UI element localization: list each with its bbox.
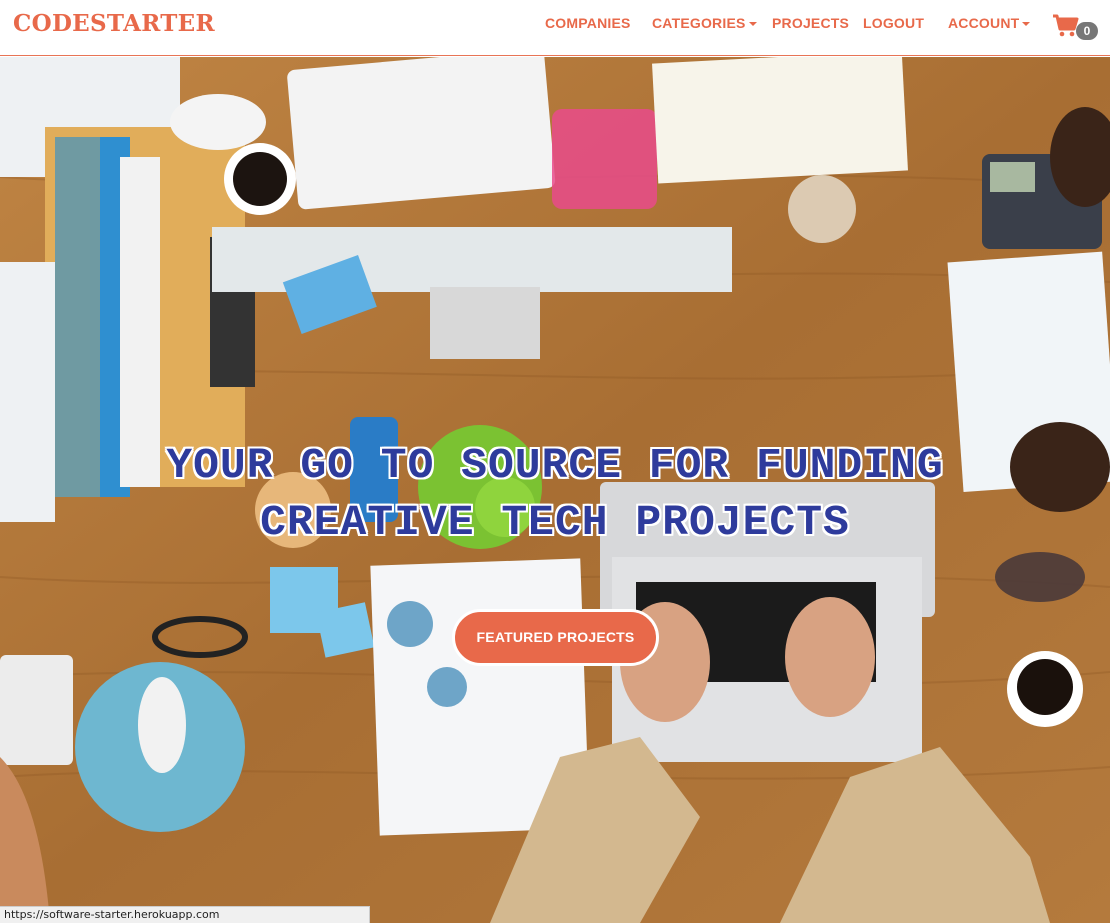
nav-projects-link[interactable]: PROJECTS	[772, 15, 849, 31]
featured-projects-button[interactable]: FEATURED PROJECTS	[452, 609, 659, 666]
nav-categories-label: CATEGORIES	[652, 15, 746, 31]
nav-companies-link[interactable]: COMPANIES	[545, 15, 631, 31]
nav-account-dropdown[interactable]: ACCOUNT	[948, 15, 1031, 31]
browser-status-url: https://software-starter.herokuapp.com	[0, 906, 370, 923]
nav-account-label: ACCOUNT	[948, 15, 1020, 31]
brand-logo-link[interactable]: CODESTARTER	[13, 10, 215, 37]
caret-down-icon	[1022, 21, 1031, 26]
nav-categories-dropdown[interactable]: CATEGORIES	[652, 15, 757, 31]
hero-headline-line-1: YOUR GO TO SOURCE FOR FUNDING	[166, 441, 944, 490]
hero-headline: YOUR GO TO SOURCE FOR FUNDING CREATIVE T…	[0, 437, 1110, 551]
nav-logout-link[interactable]: LOGOUT	[863, 15, 924, 31]
cart-count-badge: 0	[1076, 22, 1098, 40]
cart-button[interactable]: 0	[1052, 14, 1098, 42]
navbar: CODESTARTER COMPANIES CATEGORIES PROJECT…	[0, 0, 1110, 56]
caret-down-icon	[748, 21, 757, 26]
hero-section: YOUR GO TO SOURCE FOR FUNDING CREATIVE T…	[0, 57, 1110, 923]
hero-headline-line-2: CREATIVE TECH PROJECTS	[260, 498, 850, 547]
